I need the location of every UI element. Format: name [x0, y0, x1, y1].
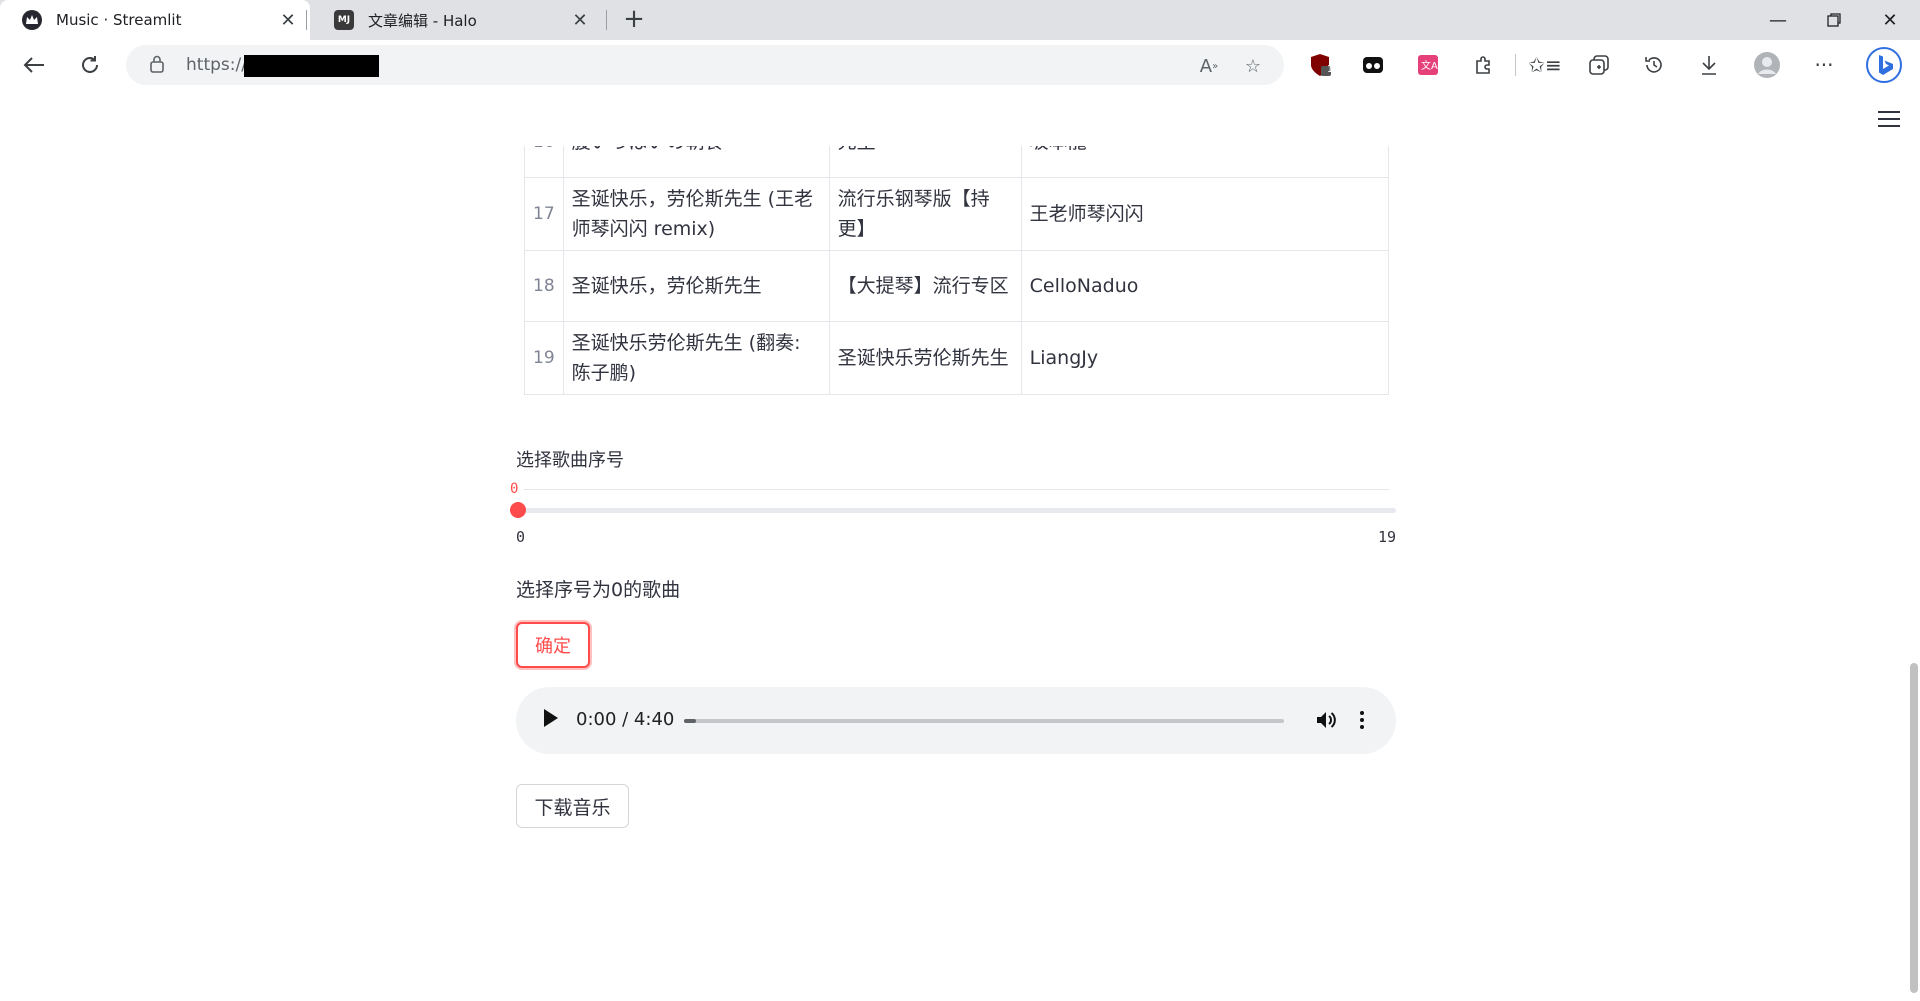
extension-badge: 1 — [1326, 64, 1334, 75]
audio-player: 0:00 / 4:40 — [516, 687, 1396, 754]
close-tab-icon[interactable]: ✕ — [570, 10, 590, 31]
close-window-icon[interactable]: ✕ — [1862, 0, 1918, 40]
row-index: 16 — [524, 146, 564, 178]
song-index-slider-thumb[interactable] — [510, 502, 526, 518]
song-name-cell: 圣诞快乐劳伦斯先生 (翻奏: 陈子鹏) — [562, 321, 830, 395]
artist-cell: 王老师琴闪闪 — [1020, 177, 1389, 251]
page-scrollbar[interactable] — [1908, 91, 1920, 1001]
collections-icon[interactable] — [1582, 48, 1616, 82]
translate-extension-icon[interactable]: 文A — [1411, 48, 1445, 82]
volume-icon[interactable] — [1313, 707, 1339, 733]
back-arrow-icon[interactable] — [16, 47, 52, 83]
album-cell: 圣诞快乐劳伦斯先生 — [828, 321, 1022, 395]
row-index: 18 — [524, 250, 564, 322]
artist-cell: CelloNaduo — [1020, 250, 1389, 322]
table-row: 16 腹いっぱいの朝食 先生 坂本龍一 — [524, 146, 1389, 178]
read-aloud-icon[interactable]: A» — [1196, 53, 1222, 79]
song-index-slider-track[interactable] — [516, 508, 1396, 513]
row-index: 17 — [524, 177, 564, 251]
audio-time: 0:00 / 4:40 — [576, 709, 675, 730]
hamburger-menu-icon[interactable] — [1878, 111, 1900, 127]
slider-current-value: 0 — [510, 481, 519, 497]
address-toolbar: https:// A» ☆ 1 文A ✩≡ ··· — [0, 40, 1920, 131]
restore-icon[interactable] — [1806, 0, 1862, 40]
selected-song-text: 选择序号为0的歌曲 — [516, 579, 681, 601]
extensions-puzzle-icon[interactable] — [1466, 48, 1500, 82]
streamlit-crown-icon — [22, 10, 42, 30]
scrollbar-thumb[interactable] — [1910, 663, 1918, 993]
song-table-grid: 16 腹いっぱいの朝食 先生 坂本龍一 17 圣诞快乐，劳伦斯先生 (王老师琴闪… — [524, 146, 1389, 395]
lock-icon — [150, 55, 164, 73]
song-name-cell: 腹いっぱいの朝食 — [562, 146, 830, 178]
tab-divider — [606, 10, 607, 30]
close-tab-icon[interactable]: ✕ — [278, 10, 298, 31]
minimize-icon[interactable]: — — [1750, 0, 1806, 40]
toolbar-divider — [1515, 54, 1516, 76]
browser-tab-strip: Music · Streamlit ✕ MJ 文章编辑 - Halo ✕ + —… — [0, 0, 1920, 40]
add-favorite-icon[interactable]: ☆ — [1240, 53, 1266, 79]
table-row: 19 圣诞快乐劳伦斯先生 (翻奏: 陈子鹏) 圣诞快乐劳伦斯先生 LiangJy — [524, 321, 1389, 395]
album-cell: 【大提琴】流行专区 — [828, 250, 1022, 322]
mask-extension-icon[interactable] — [1356, 48, 1390, 82]
tab-title: 文章编辑 - Halo — [368, 11, 477, 30]
album-cell: 流行乐钢琴版【持更】 — [828, 177, 1022, 251]
streamlit-app-page: 16 腹いっぱいの朝食 先生 坂本龍一 17 圣诞快乐，劳伦斯先生 (王老师琴闪… — [0, 91, 1920, 1001]
album-cell: 先生 — [828, 146, 1022, 178]
song-name-cell: 圣诞快乐，劳伦斯先生 — [562, 250, 830, 322]
url-text: https:// — [186, 55, 247, 75]
tab-divider — [306, 10, 307, 30]
tab-halo-editor[interactable]: MJ 文章编辑 - Halo ✕ — [312, 0, 602, 40]
download-icon[interactable] — [1692, 48, 1726, 82]
profile-avatar-icon[interactable] — [1750, 48, 1784, 82]
redacted-url — [244, 55, 379, 77]
audio-progress-fill — [684, 719, 696, 723]
artist-cell: 坂本龍一 — [1020, 146, 1389, 178]
confirm-button[interactable]: 确定 — [516, 622, 590, 668]
audio-progress-bar[interactable] — [684, 719, 1284, 723]
svg-text:文A: 文A — [1421, 59, 1438, 72]
table-row: 18 圣诞快乐，劳伦斯先生 【大提琴】流行专区 CelloNaduo — [524, 250, 1389, 322]
refresh-icon[interactable] — [72, 47, 108, 83]
slider-min-label: 0 — [516, 528, 526, 546]
table-row: 17 圣诞快乐，劳伦斯先生 (王老师琴闪闪 remix) 流行乐钢琴版【持更】 … — [524, 177, 1389, 251]
mj-favicon-icon: MJ — [334, 10, 354, 30]
ublock-extension-icon[interactable]: 1 — [1303, 48, 1337, 82]
more-menu-icon[interactable]: ··· — [1807, 48, 1841, 82]
slider-max-label: 19 — [1377, 528, 1396, 546]
address-bar[interactable]: https:// A» ☆ — [126, 45, 1284, 85]
play-icon[interactable] — [544, 709, 558, 727]
bing-copilot-icon[interactable] — [1864, 45, 1904, 85]
new-tab-icon[interactable]: + — [618, 4, 650, 36]
song-table: 16 腹いっぱいの朝食 先生 坂本龍一 17 圣诞快乐，劳伦斯先生 (王老师琴闪… — [524, 146, 1389, 490]
artist-cell: LiangJy — [1020, 321, 1389, 395]
song-name-cell: 圣诞快乐，劳伦斯先生 (王老师琴闪闪 remix) — [562, 177, 830, 251]
tab-title: Music · Streamlit — [56, 11, 182, 29]
slider-label: 选择歌曲序号 — [516, 450, 624, 471]
tab-music-streamlit[interactable]: Music · Streamlit ✕ — [0, 0, 310, 40]
history-icon[interactable] — [1637, 48, 1671, 82]
audio-options-icon[interactable] — [1354, 707, 1370, 733]
favorites-list-icon[interactable]: ✩≡ — [1528, 48, 1562, 82]
download-music-button[interactable]: 下载音乐 — [516, 784, 629, 828]
row-index: 19 — [524, 321, 564, 395]
